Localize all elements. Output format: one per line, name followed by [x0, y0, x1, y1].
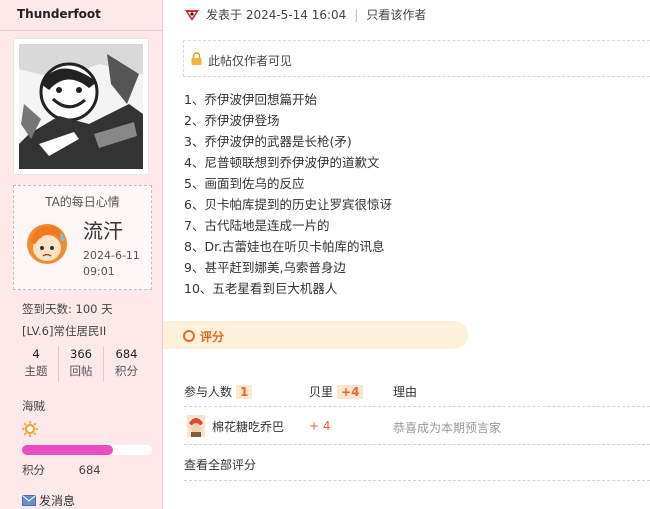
author-stats: 4 主题 366 回帖 684 积分: [14, 346, 150, 382]
stat-replies[interactable]: 366 回帖: [59, 346, 104, 382]
list-item: 3、乔伊波伊的武器是长枪(矛): [184, 134, 352, 149]
list-item: 9、甚平赶到娜美,乌索普身边: [184, 260, 346, 275]
list-item: 1、乔伊波伊回想篇开始: [184, 92, 317, 107]
envelope-icon: [22, 495, 36, 506]
berry-total: +4: [337, 385, 364, 399]
points-row: 积分 684: [22, 462, 101, 478]
post-content-list: 1、乔伊波伊回想篇开始 2、乔伊波伊登场 3、乔伊波伊的武器是长枪(矛) 4、尼…: [184, 89, 392, 299]
rating-section-title: 评分: [200, 330, 225, 344]
avatar-image: [19, 44, 143, 169]
rater-avatar[interactable]: [187, 415, 205, 437]
stat-points-label: 积分: [115, 364, 138, 378]
berry-header: 贝里 +4: [309, 383, 364, 400]
rating-ring-icon: [183, 330, 195, 342]
list-item: 4、尼普顿联想到乔伊波伊的道歉文: [184, 155, 380, 170]
visibility-notice-text: 此帖仅作者可见: [208, 54, 293, 68]
rating-divider: [184, 444, 650, 445]
mood-word: 流汗: [83, 219, 123, 243]
avatar[interactable]: [13, 38, 149, 175]
participants-label: 参与人数: [184, 385, 233, 399]
mood-time: 09:01: [83, 265, 115, 278]
rating-divider: [184, 480, 650, 481]
rating-divider: [184, 406, 650, 407]
author-sidebar: Thunderfoot TA的每日心情 流汗 2024-6-11 09:01 签…: [0, 0, 163, 509]
mood-timestamp: 2024-6-11 09:01: [83, 248, 143, 280]
send-message-label: 发消息: [39, 494, 76, 508]
points-value: 684: [78, 463, 101, 477]
stat-threads-label: 主题: [24, 364, 48, 378]
sun-icon: [22, 421, 38, 437]
list-item: 6、贝卡帕库提到的历史让罗宾很惊讶: [184, 197, 392, 212]
author-name[interactable]: Thunderfoot: [17, 7, 101, 21]
list-item: 10、五老星看到巨大机器人: [184, 281, 338, 296]
rater-points: + 4: [309, 419, 331, 433]
berry-label: 贝里: [309, 385, 334, 399]
points-progress-bar: [22, 445, 152, 455]
user-group: 海贼: [22, 399, 45, 413]
participants-count: 1: [236, 385, 253, 399]
stat-threads-num: 4: [32, 347, 40, 361]
meta-separator: |: [354, 7, 359, 22]
author-only-link[interactable]: 只看该作者: [366, 6, 426, 23]
post-timestamp: 发表于 2024-5-14 16:04: [206, 8, 347, 22]
points-progress-fill: [22, 445, 113, 455]
rater-reason: 恭喜成为本期预言家: [393, 421, 502, 435]
participants-header: 参与人数 1: [184, 383, 253, 400]
daily-mood-card: TA的每日心情 流汗 2024-6-11 09:01: [13, 185, 152, 290]
mood-title: TA的每日心情: [45, 195, 120, 209]
rater-name[interactable]: 棉花糖吃乔巴: [212, 418, 284, 435]
lock-icon: [191, 52, 202, 65]
list-item: 2、乔伊波伊登场: [184, 113, 280, 128]
table-row: 棉花糖吃乔巴 + 4 恭喜成为本期预言家: [184, 413, 650, 441]
sweat-face-icon: [27, 224, 67, 264]
rating-section-header: 评分: [163, 321, 468, 349]
visibility-notice: 此帖仅作者可见: [183, 40, 650, 77]
stat-replies-label: 回帖: [69, 364, 93, 378]
list-item: 7、古代陆地是连成一片的: [184, 218, 330, 233]
rating-table-header: 参与人数 1 贝里 +4 理由: [184, 381, 650, 405]
one-piece-badge-icon: [185, 9, 199, 21]
stat-points[interactable]: 684 积分: [104, 346, 149, 382]
list-item: 5、画面到佐乌的反应: [184, 176, 305, 191]
signin-days: 签到天数: 100 天: [22, 302, 113, 316]
user-level[interactable]: [LV.6]常住居民II: [22, 323, 106, 339]
send-message-link[interactable]: 发消息: [22, 492, 75, 509]
list-item: 8、Dr.古蕾娃也在听贝卡帕库的讯息: [184, 239, 385, 254]
sidebar-divider: [0, 30, 163, 31]
points-label: 积分: [22, 463, 45, 477]
stat-threads[interactable]: 4 主题: [14, 346, 59, 382]
post-meta: 发表于 2024-5-14 16:04 | 只看该作者: [184, 6, 426, 23]
reason-header: 理由: [393, 385, 418, 399]
stat-replies-num: 366: [70, 347, 92, 361]
view-all-ratings-link[interactable]: 查看全部评分: [184, 456, 256, 473]
stat-points-num: 684: [115, 347, 138, 361]
mood-date: 2024-6-11: [83, 249, 140, 262]
